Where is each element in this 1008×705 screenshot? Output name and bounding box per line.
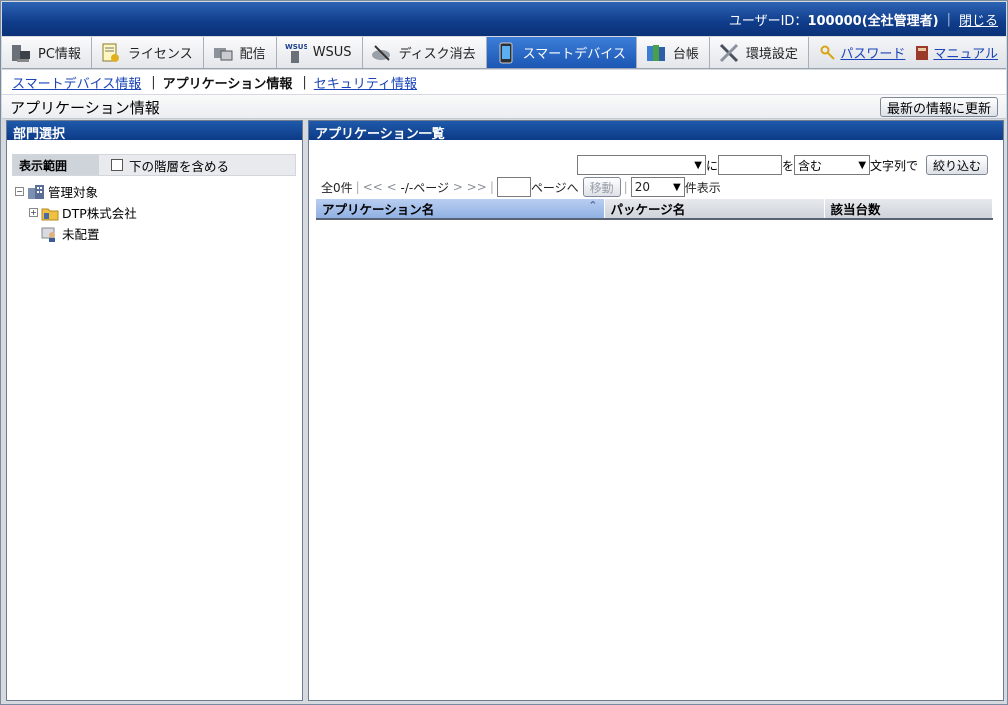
tab-settings[interactable]: 環境設定 (709, 37, 809, 68)
sort-ascending-icon: ⌃ (588, 199, 598, 212)
filter-field-select[interactable]: ▼ (577, 155, 706, 175)
move-button[interactable]: 移動 (582, 177, 621, 197)
chevron-down-icon: ▼ (694, 159, 702, 171)
column-app-name[interactable]: アプリケーション名 ⌃ (316, 199, 605, 220)
page-title: アプリケーション情報 (10, 99, 160, 117)
settings-icon (719, 43, 738, 62)
sub-navigation: スマートデバイス情報 | アプリケーション情報 | セキュリティ情報 (2, 70, 1006, 94)
tab-ledger[interactable]: 台帳 (636, 37, 710, 68)
chevron-down-icon: ▼ (858, 159, 867, 171)
collapse-icon[interactable]: − (15, 187, 24, 196)
application-table: アプリケーション名 ⌃ パッケージ名 該当台数 (316, 199, 993, 220)
application-list-panel: アプリケーション一覧 ▼ に を 含む ▼ 文字列で 絞り込む 全0件 | << … (308, 120, 1004, 701)
next-page-button[interactable]: > (453, 180, 463, 194)
per-page-select[interactable]: 20 ▼ (630, 177, 685, 197)
ledger-icon (646, 44, 665, 61)
last-page-button[interactable]: >> (467, 180, 487, 194)
tab-pc-info[interactable]: PC情報 (2, 37, 92, 68)
subnav-app-info: アプリケーション情報 (162, 76, 293, 92)
disk-erase-icon (371, 44, 390, 61)
close-link[interactable]: 閉じる (959, 10, 998, 29)
tree-node-unassigned[interactable]: 未配置 (15, 223, 137, 244)
page-number-input[interactable] (496, 177, 531, 197)
expand-icon[interactable]: + (29, 208, 38, 217)
page-title-row: アプリケーション情報 最新の情報に更新 (2, 95, 1006, 119)
delivery-icon (213, 47, 233, 60)
page-indicator: -/-ページ (400, 180, 449, 195)
key-icon (820, 45, 836, 60)
tab-delivery[interactable]: 配信 (203, 37, 277, 68)
department-panel: 部門選択 表示範囲 下の階層を含める − 管理対象 + DTP株式会社 未配置 (6, 120, 303, 701)
pager: 全0件 | << < -/-ページ > >> | ページへ 移動 | 20 ▼ 件… (321, 177, 721, 197)
total-count: 全0件 (321, 180, 353, 195)
top-bar: ユーザーID：100000(全社管理者) | 閉じる (2, 2, 1006, 36)
include-sub-checkbox[interactable]: 下の階層を含める (99, 156, 229, 175)
column-package-name[interactable]: パッケージ名 (604, 199, 825, 220)
filter-text-input[interactable] (718, 155, 783, 175)
checkbox-box[interactable] (111, 159, 123, 171)
tab-license[interactable]: ライセンス (91, 37, 204, 68)
tab-disk-erase[interactable]: ディスク消去 (362, 37, 487, 68)
department-panel-header: 部門選択 (7, 121, 302, 142)
manual-link[interactable]: マニュアル (915, 43, 998, 62)
manual-book-icon (916, 45, 929, 60)
smart-device-icon (499, 42, 513, 63)
filter-bar: ▼ に を 含む ▼ 文字列で 絞り込む (577, 155, 989, 175)
scope-label: 表示範囲 (13, 155, 99, 175)
user-id: ユーザーID：100000(全社管理者) (728, 13, 939, 29)
scope-row: 表示範囲 下の階層を含める (12, 154, 296, 176)
pc-icon (12, 44, 30, 62)
password-link[interactable]: パスワード (820, 43, 905, 62)
refresh-button[interactable]: 最新の情報に更新 (879, 97, 998, 117)
filter-button[interactable]: 絞り込む (926, 155, 989, 175)
column-device-count[interactable]: 該当台数 (824, 199, 993, 220)
folder-icon (41, 208, 59, 220)
tab-wsus[interactable]: WSUS WSUS (276, 37, 363, 68)
filter-match-select[interactable]: 含む ▼ (794, 155, 871, 175)
unassigned-icon (41, 227, 55, 242)
main-tabs: PC情報 ライセンス 配信 WSUS WSUS ディスク消去 スマートデバイス … (2, 37, 1006, 69)
application-list-header: アプリケーション一覧 (309, 121, 1003, 142)
subnav-security-info[interactable]: セキュリティ情報 (314, 73, 417, 92)
header-links: パスワード マニュアル (820, 37, 1006, 68)
tab-smart-device[interactable]: スマートデバイス (486, 37, 637, 68)
prev-page-button[interactable]: < (387, 180, 397, 194)
tree-node-root[interactable]: − 管理対象 (15, 181, 137, 202)
chevron-down-icon: ▼ (672, 181, 681, 193)
building-icon (28, 184, 44, 199)
wsus-icon: WSUS (285, 43, 307, 63)
department-tree: − 管理対象 + DTP株式会社 未配置 (15, 181, 137, 244)
subnav-smart-device-info[interactable]: スマートデバイス情報 (12, 73, 141, 92)
first-page-button[interactable]: << (363, 180, 383, 194)
tree-node-company[interactable]: + DTP株式会社 (15, 202, 137, 223)
app-window: ユーザーID：100000(全社管理者) | 閉じる PC情報 ライセンス 配信… (0, 0, 1008, 705)
license-icon (102, 43, 119, 62)
svg-text:WSUS: WSUS (285, 43, 307, 51)
